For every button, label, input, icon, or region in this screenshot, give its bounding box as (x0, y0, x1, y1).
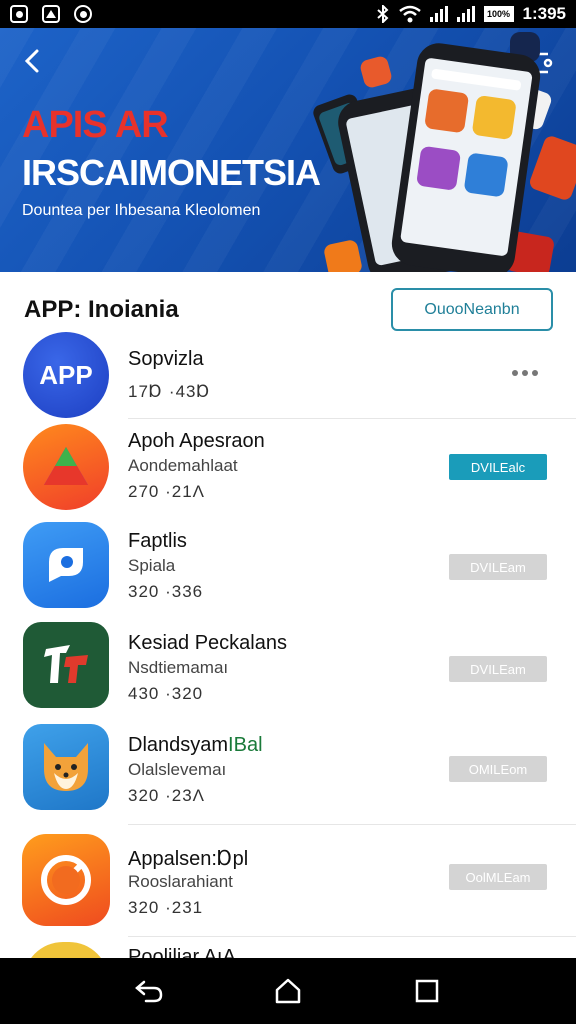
section-title: APP: Inoiania (24, 296, 179, 323)
app-subtitle: Aondemahlaat (128, 456, 238, 475)
section-action-button[interactable]: OuooNeanbn (391, 288, 553, 331)
download-button[interactable]: OMILEom (449, 756, 547, 782)
download-button[interactable]: OolMLEam (449, 864, 547, 890)
app-icon (22, 834, 110, 926)
app-subtitle: Spiala (128, 556, 176, 575)
app-icon (23, 622, 109, 708)
download-button[interactable]: DVILEam (449, 656, 547, 682)
hero-banner: APIS AR IRSCAIMONETSIA Dounteа per Ihbes… (0, 28, 576, 272)
floating-app-icon (322, 238, 364, 272)
nav-recents-icon[interactable] (407, 971, 447, 1011)
app-name: Kesiad Peckalans (128, 632, 287, 654)
download-button[interactable]: DVILEam (449, 554, 547, 580)
hero-title-line2: IRSCAIMONETSIA (22, 152, 321, 193)
bluetooth-icon (376, 5, 388, 23)
app-subtitle: Nsdtiemamaı (128, 658, 229, 677)
app-name-accent: IBal (228, 734, 263, 756)
app-meta: 430 ·320 (128, 684, 204, 703)
navigation-bar (0, 958, 576, 1024)
app-subtitle: Rooslarahiant (128, 872, 233, 891)
app-meta: 270 ·21Ʌ (128, 482, 206, 501)
fox-app-icon (23, 724, 109, 810)
back-arrow-icon[interactable] (18, 46, 48, 76)
alert-icon (42, 5, 60, 23)
record-icon (74, 5, 92, 23)
app-icon (23, 522, 109, 608)
app-name: Apoh Apesraon (128, 430, 265, 452)
app-subtitle: Olalslevemaı (128, 760, 227, 779)
notification-icon (10, 5, 28, 23)
section-header: APP: Inoiania OuooNeanbn (0, 272, 576, 342)
app-meta: 320 ·231 (128, 898, 204, 917)
signal-2-icon (456, 6, 475, 22)
app-meta: 320 ·336 (128, 582, 204, 601)
status-bar: 100% 1:395 (0, 0, 576, 28)
hero-subtitle: Dounteа per Ihbesana Kleolomen (22, 202, 261, 219)
nav-home-icon[interactable] (268, 971, 308, 1011)
app-icon: APP (23, 332, 109, 418)
more-options-icon[interactable] (512, 370, 538, 376)
app-name: Appalsen:Ɒpl (128, 848, 249, 870)
app-meta: 320 ·23Ʌ (128, 786, 206, 805)
hero-title-line1: APIS AR (22, 104, 169, 146)
app-name: Sopvizla (128, 348, 204, 370)
nav-back-icon[interactable] (129, 971, 169, 1011)
clock: 1:395 (522, 4, 566, 23)
wifi-icon (398, 5, 421, 23)
battery-icon: 100% (483, 6, 514, 22)
drive-icon (23, 424, 109, 510)
download-button[interactable]: DVILEalc (449, 454, 547, 480)
app-name: Faptlis (128, 530, 187, 552)
signal-icon (429, 6, 448, 22)
app-meta: 17Ɒ ·43Ɒ (128, 382, 211, 401)
app-name: DlandsyamIBal (128, 734, 263, 756)
